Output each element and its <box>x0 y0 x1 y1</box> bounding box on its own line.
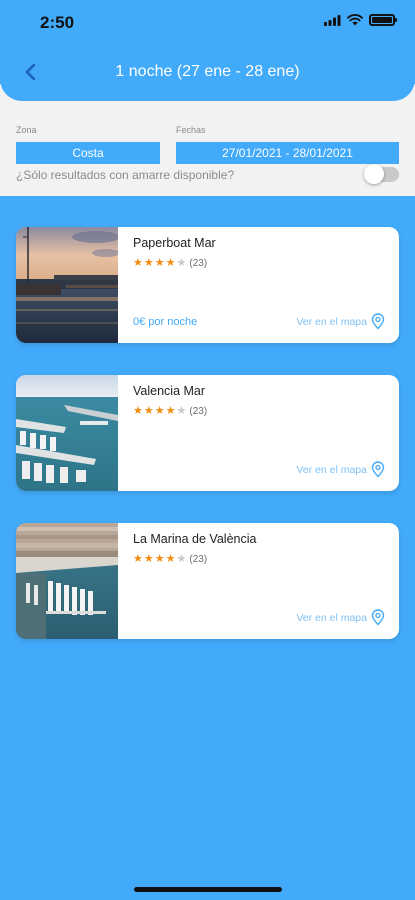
zone-select[interactable]: Costa <box>16 142 160 164</box>
star-icon: ★ <box>165 257 176 269</box>
star-icon: ★ <box>143 257 154 269</box>
status-time: 2:50 <box>40 13 75 32</box>
review-count: (23) <box>189 258 208 269</box>
wifi-icon <box>347 14 363 26</box>
view-on-map-label: Ver en el mapa <box>296 611 367 624</box>
marina-name: La Marina de València <box>133 532 257 546</box>
star-empty-icon: ★ <box>176 405 187 417</box>
rating: ★ ★ ★ ★ ★ (23) <box>133 553 208 566</box>
map-pin-icon <box>371 609 385 626</box>
star-icon: ★ <box>133 257 143 269</box>
dates-label: Fechas <box>176 125 206 135</box>
marina-card[interactable]: La Marina de València ★ ★ ★ ★ ★ (23) Ver… <box>16 523 399 639</box>
star-icon: ★ <box>165 405 176 417</box>
cellular-signal-icon <box>324 14 341 26</box>
map-pin-icon <box>371 461 385 478</box>
toggle-knob <box>364 164 384 184</box>
star-icon: ★ <box>154 405 165 417</box>
star-icon: ★ <box>133 553 143 565</box>
marina-name: Paperboat Mar <box>133 236 216 250</box>
marina-photo <box>16 375 118 491</box>
review-count: (23) <box>189 554 208 565</box>
star-empty-icon: ★ <box>176 257 187 269</box>
view-on-map-link[interactable]: Ver en el mapa <box>296 461 385 478</box>
marina-photo <box>16 227 118 343</box>
marina-name: Valencia Mar <box>133 384 206 398</box>
page-title: 1 noche (27 ene - 28 ene) <box>115 63 300 80</box>
mooring-question: ¿Sólo resultados con amarre disponible? <box>16 168 235 182</box>
battery-icon <box>369 14 397 26</box>
marina-photo <box>16 523 118 639</box>
zone-label: Zona <box>16 125 37 135</box>
map-pin-icon <box>371 313 385 330</box>
star-icon: ★ <box>154 553 165 565</box>
top-bar: 2:50 1 noche (27 ene - 28 ene) <box>0 0 415 101</box>
marina-card[interactable]: Valencia Mar ★ ★ ★ ★ ★ (23) Ver en el ma… <box>16 375 399 491</box>
status-icons <box>324 14 397 26</box>
star-icon: ★ <box>143 405 154 417</box>
rating: ★ ★ ★ ★ ★ (23) <box>133 405 208 418</box>
review-count: (23) <box>189 406 208 417</box>
marina-card[interactable]: Paperboat Mar ★ ★ ★ ★ ★ (23) 0€ por noch… <box>16 227 399 343</box>
home-indicator <box>134 887 282 892</box>
view-on-map-link[interactable]: Ver en el mapa <box>296 609 385 626</box>
star-icon: ★ <box>133 405 143 417</box>
rating: ★ ★ ★ ★ ★ (23) <box>133 257 208 270</box>
view-on-map-link[interactable]: Ver en el mapa <box>296 313 385 330</box>
star-empty-icon: ★ <box>176 553 187 565</box>
view-on-map-label: Ver en el mapa <box>296 463 367 476</box>
dates-picker[interactable]: 27/01/2021 - 28/01/2021 <box>176 142 399 164</box>
star-icon: ★ <box>154 257 165 269</box>
view-on-map-label: Ver en el mapa <box>296 315 367 328</box>
star-icon: ★ <box>165 553 176 565</box>
price: 0€ por noche <box>133 316 198 328</box>
mooring-toggle[interactable] <box>364 164 399 184</box>
star-icon: ★ <box>143 553 154 565</box>
